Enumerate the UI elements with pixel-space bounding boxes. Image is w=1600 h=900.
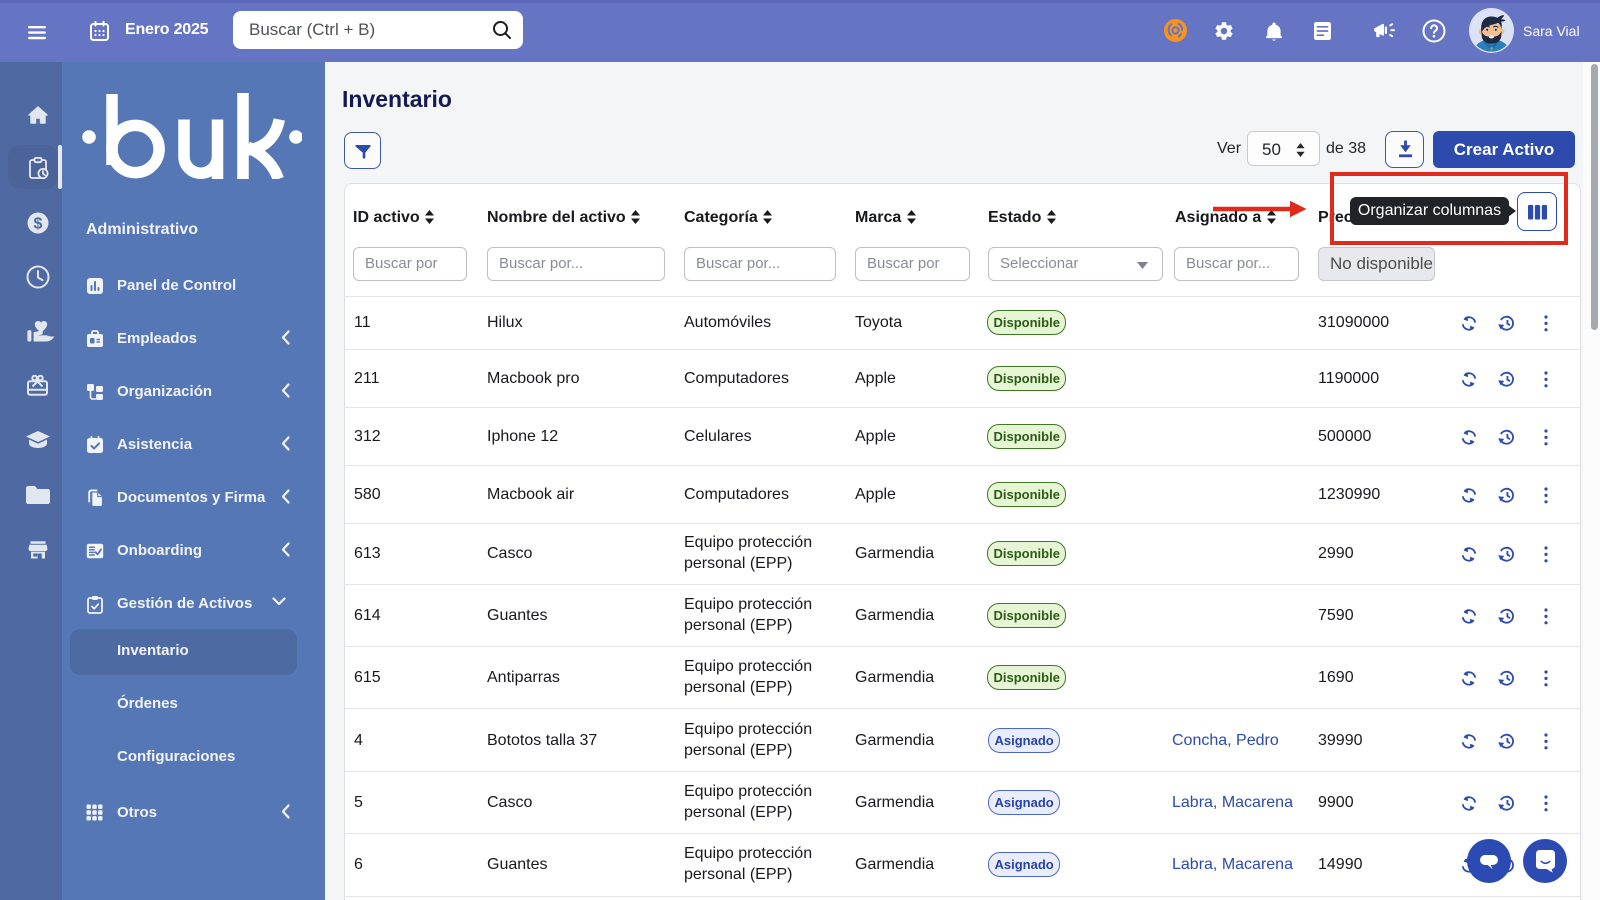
svg-text:$: $	[34, 216, 43, 233]
